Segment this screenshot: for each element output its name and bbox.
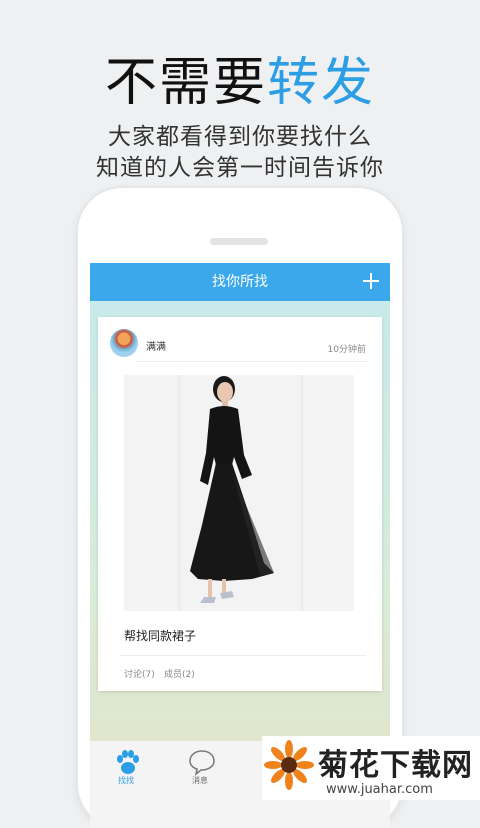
headline: 不需要转发 <box>0 40 480 115</box>
app-top-bar: 找你所找 <box>90 263 390 301</box>
subheadline-line1: 大家都看得到你要找什么 <box>108 124 372 150</box>
members-count[interactable]: 成员(2) <box>164 667 195 680</box>
discuss-count[interactable]: 讨论(7) <box>124 667 155 680</box>
post-caption: 帮找同款裙子 <box>124 629 197 643</box>
phone-speaker <box>210 238 268 245</box>
post-footer-divider <box>120 655 366 656</box>
post-header-divider <box>136 361 368 362</box>
watermark-title: 菊花下载网 <box>318 748 473 783</box>
headline-part2: 转发 <box>267 53 376 113</box>
dress-photo[interactable] <box>124 375 354 611</box>
watermark-url: www.juahar.com <box>326 782 433 797</box>
paw-icon[interactable] <box>112 747 144 777</box>
post-card[interactable]: 满满 10分钟前 帮找同款裙子 讨论(7) 成员(2) <box>98 317 382 691</box>
add-post-plus-icon[interactable] <box>362 272 380 290</box>
subheadline-line2: 知道的人会第一时间告诉你 <box>96 155 384 181</box>
post-username[interactable]: 满满 <box>146 338 166 353</box>
tab-find-label[interactable]: 找找 <box>106 775 146 786</box>
phone-mockup: 找你所找 满满 10分钟前 帮找同款裙子 讨论(7) 成员(2) 找找 消息 <box>78 188 402 828</box>
chat-bubble-icon[interactable] <box>186 747 218 777</box>
watermark: 菊花下载网 www.juahar.com <box>262 736 480 800</box>
avatar[interactable] <box>110 329 138 357</box>
headline-part1: 不需要 <box>104 53 267 113</box>
post-time: 10分钟前 <box>327 345 366 355</box>
app-title: 找你所找 <box>212 274 268 290</box>
tab-messages-label[interactable]: 消息 <box>180 775 220 786</box>
flower-logo-icon <box>264 740 314 790</box>
